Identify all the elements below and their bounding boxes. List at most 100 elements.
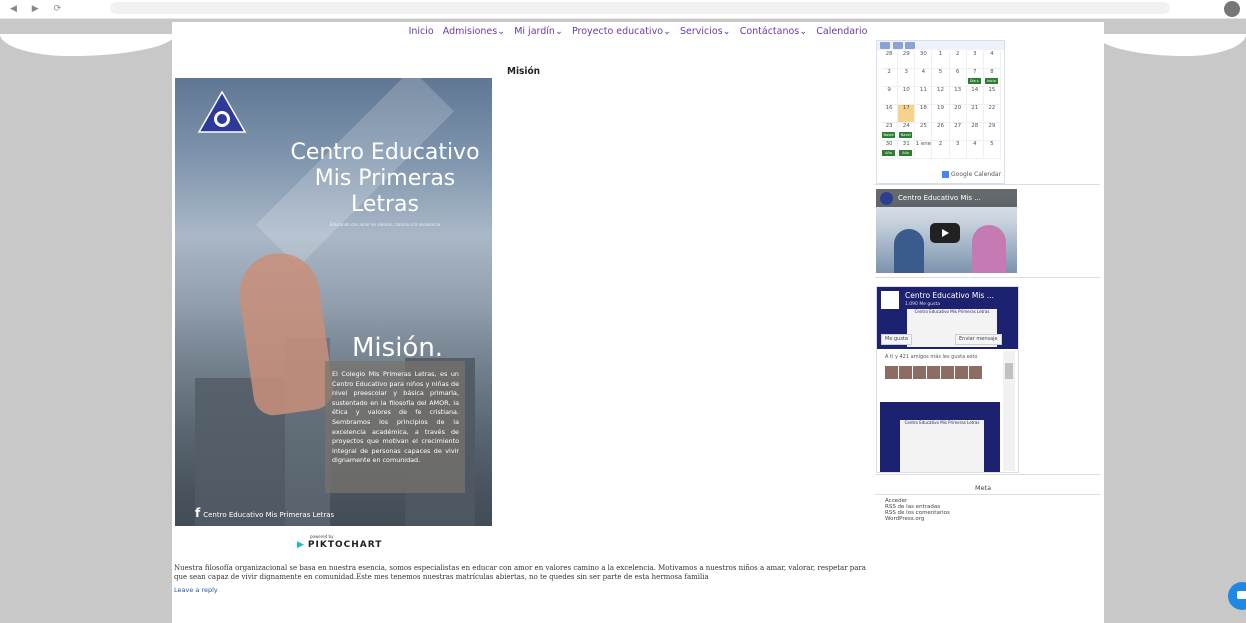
calendar-day[interactable]: 22 bbox=[983, 105, 1001, 123]
nav-item-servicios[interactable]: Servicios⌄ bbox=[680, 26, 731, 37]
youtube-video-embed[interactable]: Centro Educativo Mis ... bbox=[876, 189, 1017, 273]
calendar-day[interactable]: 28 bbox=[881, 51, 899, 69]
calendar-day[interactable]: 14 bbox=[966, 87, 984, 105]
play-icon[interactable] bbox=[930, 223, 960, 243]
calendar-day[interactable]: 16 bbox=[881, 105, 899, 123]
calendar-day[interactable]: 2 bbox=[881, 69, 899, 87]
calendar-day[interactable]: 31 Año bbox=[898, 141, 916, 159]
nav-item-admisiones[interactable]: Admisiones⌄ bbox=[443, 26, 505, 37]
nav-item-calendario[interactable]: Calendario bbox=[816, 26, 867, 37]
calendar-day[interactable]: 3 bbox=[966, 51, 984, 69]
calendar-event[interactable]: Inicio bbox=[984, 78, 998, 84]
calendar-day[interactable]: 3 bbox=[898, 69, 916, 87]
avatar[interactable] bbox=[913, 366, 926, 379]
calendar-day[interactable]: 5 bbox=[932, 69, 950, 87]
calendar-day-number: 25 bbox=[919, 123, 927, 129]
calendar-day[interactable]: 27 bbox=[949, 123, 967, 141]
calendar-week-row: 2 3 4 5 6 7 Día s 8 Inicio bbox=[881, 69, 1001, 87]
calendar-day[interactable]: 11 bbox=[915, 87, 933, 105]
facebook-message-button[interactable]: Enviar mensaje bbox=[955, 334, 1002, 345]
video-title: Centro Educativo Mis ... bbox=[898, 194, 981, 202]
google-calendar-widget[interactable]: 28 29 30 1 2 3 4 2 3 4 5 6 7 Día s 8 Inicio 9 10 11 12 13 14 1… bbox=[876, 40, 1005, 184]
facebook-page-name[interactable]: Centro Educativo Mis ... bbox=[905, 291, 994, 300]
avatar[interactable] bbox=[899, 366, 912, 379]
avatar[interactable] bbox=[885, 366, 898, 379]
meta-link-wordpress[interactable]: WordPress.org bbox=[885, 516, 950, 522]
avatar[interactable] bbox=[969, 366, 982, 379]
nav-item-mi-jardin[interactable]: Mi jardín⌄ bbox=[514, 26, 563, 37]
address-bar[interactable] bbox=[110, 2, 1170, 14]
calendar-day[interactable]: 25 bbox=[915, 123, 933, 141]
facebook-post-image[interactable]: Centro Educativo Mis Primeras Letras bbox=[880, 402, 1000, 472]
avatar[interactable] bbox=[927, 366, 940, 379]
calendar-day[interactable]: 23 Navid bbox=[881, 123, 899, 141]
calendar-day[interactable]: 4 bbox=[915, 69, 933, 87]
calendar-event[interactable]: Navid bbox=[882, 132, 895, 138]
powered-by-label: powered by bbox=[310, 534, 334, 539]
calendar-day[interactable]: 10 bbox=[898, 87, 916, 105]
piktochart-icon: ▶ bbox=[297, 540, 305, 550]
calendar-day-number: 30 bbox=[885, 141, 893, 147]
nav-item-inicio[interactable]: Inicio bbox=[409, 26, 434, 37]
calendar-day[interactable]: 30 Año bbox=[881, 141, 899, 159]
calendar-event[interactable]: Año bbox=[882, 150, 895, 156]
profile-avatar-icon[interactable] bbox=[1224, 1, 1240, 17]
calendar-day[interactable]: 17 bbox=[898, 105, 916, 123]
calendar-event[interactable]: Navid bbox=[899, 132, 913, 138]
nav-item-proyecto-educativo[interactable]: Proyecto educativo⌄ bbox=[572, 26, 671, 37]
calendar-day[interactable]: 29 bbox=[983, 123, 1001, 141]
calendar-day[interactable]: 15 bbox=[983, 87, 1001, 105]
calendar-day[interactable]: 18 bbox=[915, 105, 933, 123]
nav-item-contactanos[interactable]: Contáctanos⌄ bbox=[740, 26, 808, 37]
calendar-day[interactable]: 8 Inicio bbox=[983, 69, 1001, 87]
calendar-day[interactable]: 4 bbox=[983, 51, 1001, 69]
next-month-icon[interactable] bbox=[905, 42, 915, 49]
calendar-day[interactable]: 7 Día s bbox=[966, 69, 984, 87]
calendar-day[interactable]: 6 bbox=[949, 69, 967, 87]
today-button[interactable] bbox=[880, 42, 890, 49]
divider bbox=[875, 184, 1100, 185]
facebook-like-button[interactable]: Me gusta bbox=[881, 334, 912, 345]
facebook-page-widget[interactable]: Centro Educativo Mis ... 1.090 Me gusta … bbox=[876, 286, 1019, 473]
calendar-day[interactable]: 20 bbox=[949, 105, 967, 123]
facebook-post-card: Centro Educativo Mis Primeras Letras bbox=[900, 420, 984, 472]
calendar-day[interactable]: 13 bbox=[949, 87, 967, 105]
google-calendar-link[interactable]: Google Calendar bbox=[942, 171, 1001, 178]
calendar-day[interactable]: 3 bbox=[949, 141, 967, 159]
calendar-day[interactable]: 1 ene bbox=[915, 141, 933, 159]
meta-widget-title: Meta bbox=[975, 484, 992, 492]
calendar-day[interactable]: 28 bbox=[966, 123, 984, 141]
calendar-day[interactable]: 12 bbox=[932, 87, 950, 105]
poster-facebook-label: Centro Educativo Mis Primeras Letras bbox=[203, 511, 335, 519]
calendar-day[interactable]: 21 bbox=[966, 105, 984, 123]
calendar-day-number: 4 bbox=[990, 51, 994, 57]
calendar-day[interactable]: 1 bbox=[932, 51, 950, 69]
calendar-day[interactable]: 4 bbox=[966, 141, 984, 159]
calendar-day-number: 4 bbox=[973, 141, 977, 147]
calendar-day[interactable]: 2 bbox=[932, 141, 950, 159]
calendar-day[interactable]: 29 bbox=[898, 51, 916, 69]
prev-month-icon[interactable] bbox=[893, 42, 903, 49]
facebook-scrollbar[interactable] bbox=[1003, 351, 1015, 471]
scrollbar-thumb[interactable] bbox=[1005, 363, 1013, 379]
poster-subtitle: Educando con amor en valores, camino a l… bbox=[329, 222, 441, 227]
calendar-day[interactable]: 19 bbox=[932, 105, 950, 123]
calendar-day[interactable]: 2 bbox=[949, 51, 967, 69]
chat-bubble-icon[interactable] bbox=[1228, 582, 1246, 610]
calendar-event[interactable]: Día s bbox=[967, 78, 981, 84]
calendar-day[interactable]: 30 bbox=[915, 51, 933, 69]
calendar-toolbar bbox=[877, 41, 1004, 50]
calendar-day[interactable]: 5 bbox=[983, 141, 1001, 159]
browser-nav-icons[interactable]: ◀ ▶ ⟳ bbox=[10, 4, 67, 14]
calendar-day[interactable]: 24 Navid bbox=[898, 123, 916, 141]
facebook-page-logo-icon[interactable] bbox=[881, 291, 899, 309]
leave-reply-link[interactable]: Leave a reply bbox=[174, 586, 218, 594]
calendar-day-number: 28 bbox=[971, 123, 979, 129]
calendar-day[interactable]: 9 bbox=[881, 87, 899, 105]
avatar[interactable] bbox=[955, 366, 968, 379]
sidebar: 28 29 30 1 2 3 4 2 3 4 5 6 7 Día s 8 Inicio 9 10 11 12 13 14 1… bbox=[875, 22, 1100, 623]
browser-bar: ◀ ▶ ⟳ bbox=[0, 0, 1246, 19]
avatar[interactable] bbox=[941, 366, 954, 379]
calendar-day[interactable]: 26 bbox=[932, 123, 950, 141]
calendar-event[interactable]: Año bbox=[899, 150, 913, 156]
